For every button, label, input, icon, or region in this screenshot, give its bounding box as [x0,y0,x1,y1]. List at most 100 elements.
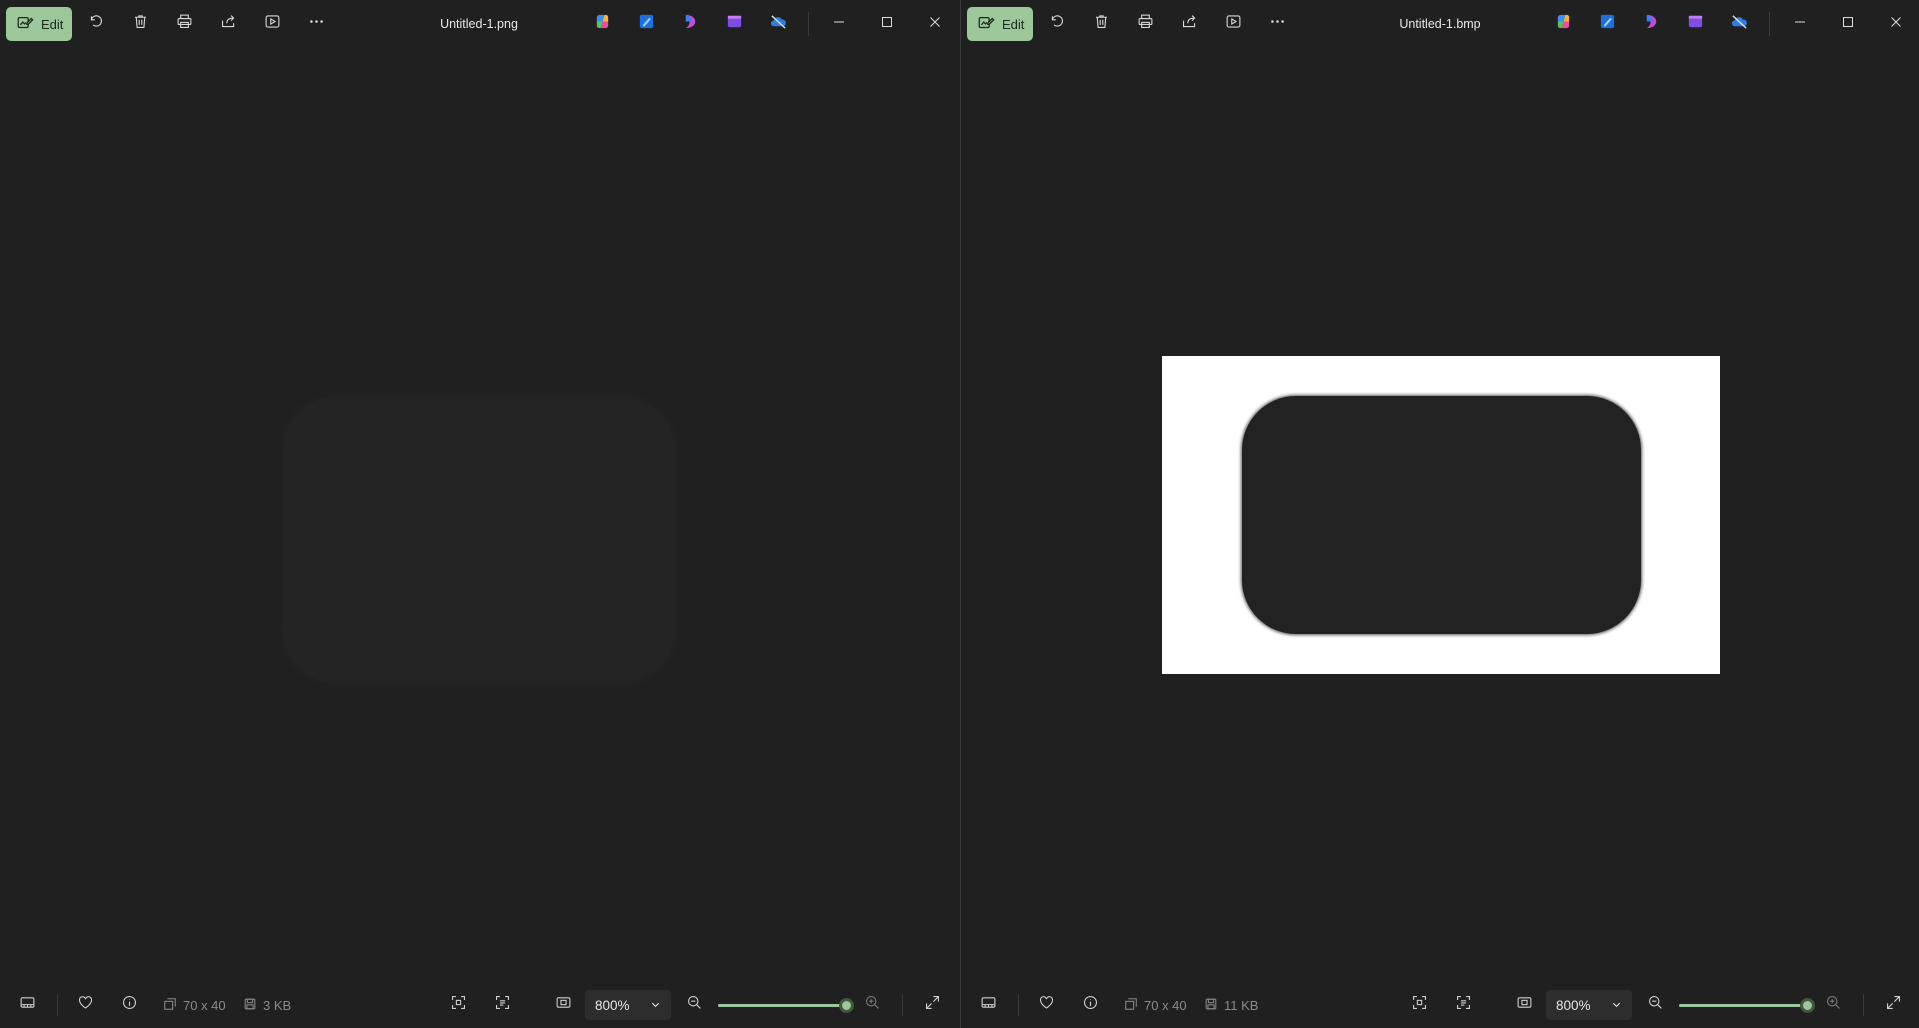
zoom-in-button[interactable] [857,990,887,1020]
edit-button[interactable]: Edit [6,7,72,41]
onedrive-icon [769,12,788,36]
ocr-button[interactable] [1448,990,1478,1020]
video-editor-button[interactable] [723,13,745,35]
rotate-icon [88,13,105,35]
share-button[interactable] [1174,9,1204,39]
zoom-out-icon [1647,994,1664,1016]
chevron-down-icon [650,998,661,1013]
close-button[interactable] [1876,6,1916,42]
fit-to-window-button[interactable] [1404,990,1434,1020]
toolbar-separator [808,12,809,36]
photos-window-right: Edit Untitled-1.bmp 70 x 40 11 KB 800% [961,0,1919,1028]
slideshow-button[interactable] [1218,9,1248,39]
zoom-slider-fill [1679,1004,1807,1007]
zoom-slider-thumb[interactable] [1800,998,1815,1013]
image-dimensions: 70 x 40 [163,982,226,1028]
zoom-level-text: 800% [1556,997,1591,1013]
designer-button[interactable] [1596,13,1618,35]
zoom-slider[interactable] [718,998,854,1013]
dimensions-icon [1124,997,1138,1014]
zoom-out-icon [686,994,703,1016]
print-button[interactable] [1130,9,1160,39]
favorite-button[interactable] [1031,990,1061,1020]
status-separator [57,994,58,1016]
copilot-button[interactable] [591,13,613,35]
zoom-level-dropdown[interactable]: 800% [1546,990,1632,1020]
close-button[interactable] [915,6,955,42]
more-icon [1269,13,1286,35]
minimize-button[interactable] [819,6,859,42]
info-icon [1082,994,1099,1016]
filmstrip-button[interactable] [12,990,42,1020]
ocr-icon [494,994,511,1016]
zoom-in-icon [864,994,881,1016]
ocr-button[interactable] [487,990,517,1020]
status-bar: 70 x 40 3 KB 800% [0,982,960,1028]
favorite-button[interactable] [70,990,100,1020]
copilot-button[interactable] [1552,13,1574,35]
actual-size-button[interactable] [1509,990,1539,1020]
share-button[interactable] [213,9,243,39]
image-canvas[interactable] [0,48,960,982]
minimize-icon [1794,15,1806,33]
chevron-down-icon [1611,998,1622,1013]
fit-to-window-icon [1411,994,1428,1016]
image-dimensions: 70 x 40 [1124,982,1187,1028]
info-button[interactable] [1075,990,1105,1020]
more-button[interactable] [1262,9,1292,39]
status-bar: 70 x 40 11 KB 800% [961,982,1919,1028]
title-bar: Edit Untitled-1.png [0,0,960,48]
actual-size-button[interactable] [548,990,578,1020]
edit-button[interactable]: Edit [967,7,1033,41]
minimize-button[interactable] [1780,6,1820,42]
zoom-out-button[interactable] [1640,990,1670,1020]
delete-button[interactable] [1086,9,1116,39]
image-canvas[interactable] [961,48,1919,982]
fullscreen-button[interactable] [917,990,947,1020]
close-icon [1890,15,1902,33]
clipchamp-button[interactable] [679,13,701,35]
maximize-icon [881,15,893,33]
print-icon [1137,13,1154,35]
zoom-slider-thumb[interactable] [839,998,854,1013]
ocr-icon [1455,994,1472,1016]
status-separator [1018,994,1019,1016]
designer-icon [1598,12,1617,36]
zoom-level-dropdown[interactable]: 800% [585,990,671,1020]
zoom-in-button[interactable] [1818,990,1848,1020]
maximize-button[interactable] [1828,6,1868,42]
slideshow-button[interactable] [257,9,287,39]
edit-label: Edit [1002,16,1025,32]
clipchamp-icon [681,12,700,36]
onedrive-button[interactable] [1728,13,1750,35]
zoom-out-button[interactable] [679,990,709,1020]
info-button[interactable] [114,990,144,1020]
delete-icon [132,13,149,35]
rotate-icon [1049,13,1066,35]
zoom-slider-fill [718,1004,846,1007]
maximize-button[interactable] [867,6,907,42]
delete-button[interactable] [125,9,155,39]
clipchamp-icon [1642,12,1661,36]
rotate-button[interactable] [81,9,111,39]
onedrive-button[interactable] [767,13,789,35]
clipchamp-button[interactable] [1640,13,1662,35]
rounded-rectangle-image [283,397,675,683]
zoom-slider[interactable] [1679,998,1815,1013]
designer-icon [637,12,656,36]
window-title: Untitled-1.bmp [1399,17,1481,31]
share-icon [1181,13,1198,35]
print-icon [176,13,193,35]
fit-to-window-button[interactable] [443,990,473,1020]
fullscreen-button[interactable] [1878,990,1908,1020]
dimensions-text: 70 x 40 [1144,997,1187,1013]
slideshow-icon [264,13,281,35]
rotate-button[interactable] [1042,9,1072,39]
video-editor-button[interactable] [1684,13,1706,35]
designer-button[interactable] [635,13,657,35]
filmstrip-button[interactable] [973,990,1003,1020]
more-button[interactable] [301,9,331,39]
toolbar-separator [1769,12,1770,36]
print-button[interactable] [169,9,199,39]
filesize-icon [1204,997,1218,1014]
